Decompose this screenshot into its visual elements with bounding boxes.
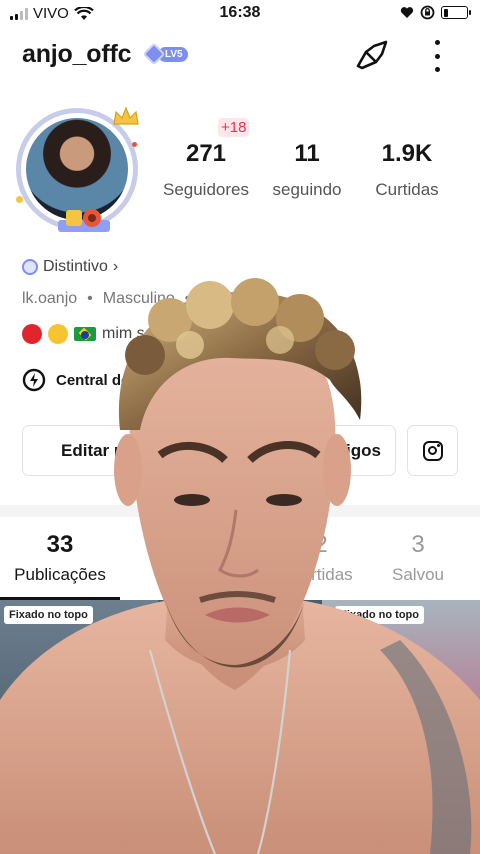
tab-count: 3 bbox=[411, 531, 425, 558]
post-thumbnail[interactable]: Fixado no topo bbox=[0, 600, 158, 854]
profile-stats: +18 271 Seguidores 11 seguindo 1.9K Curt… bbox=[150, 118, 460, 208]
meta-handle: lk.oanjo bbox=[22, 290, 78, 307]
heart-icon bbox=[400, 7, 414, 18]
tab-count: 33 bbox=[46, 531, 74, 558]
instagram-icon bbox=[422, 440, 443, 461]
stat-label: Curtidas bbox=[375, 180, 439, 199]
pinned-label: Fixado no topo bbox=[335, 606, 424, 624]
section-divider bbox=[0, 505, 480, 517]
creator-center-link[interactable]: Central do criador bbox=[22, 368, 185, 392]
tab-likes[interactable]: 2 Curtidas bbox=[256, 531, 386, 585]
bolt-icon bbox=[22, 368, 46, 392]
new-followers-badge: +18 bbox=[218, 118, 250, 137]
edit-profile-button[interactable]: Editar perfil bbox=[22, 425, 208, 476]
content-tabs: 33 Publicações 2 Curtidas 3 Salvou bbox=[0, 517, 480, 601]
stat-value: 1.9K bbox=[381, 140, 433, 167]
status-right bbox=[400, 5, 471, 20]
heart-eyes-icon bbox=[48, 324, 68, 344]
stat-label: Seguidores bbox=[162, 180, 249, 199]
posts-grid: Fixado no topo Fixado no topo bbox=[0, 600, 480, 854]
meta-separator: • bbox=[184, 290, 191, 307]
add-friends-label: Adicionar amigos bbox=[238, 440, 381, 460]
pinned-label: Fixado no topo bbox=[4, 606, 93, 624]
crown-icon bbox=[113, 106, 139, 125]
profile-bio: mim segue que eu sigo visinhos bbox=[22, 324, 330, 344]
tab-label: Curtidas bbox=[289, 565, 353, 584]
lock-rotation-icon bbox=[420, 5, 435, 20]
tab-saved[interactable]: 3 Salvou bbox=[370, 531, 466, 585]
post-thumbnail[interactable]: Fixado no topo bbox=[322, 600, 480, 854]
stat-value: 271 bbox=[185, 140, 227, 167]
battery-icon bbox=[441, 6, 471, 19]
avatar[interactable] bbox=[14, 106, 146, 238]
tab-posts[interactable]: 33 Publicações bbox=[0, 531, 120, 585]
tab-label: Salvou bbox=[392, 565, 444, 584]
badge-icon bbox=[22, 259, 38, 275]
meta-gender: Masculino bbox=[102, 290, 175, 307]
add-friends-button[interactable]: Adicionar amigos bbox=[218, 425, 396, 476]
sparkle-icon bbox=[132, 142, 137, 147]
profile-meta: lk.oanjo • Masculino • Escorpio bbox=[22, 290, 263, 308]
bio-text: mim segue que eu sigo visinhos bbox=[102, 325, 330, 342]
edit-profile-label: Editar perfil bbox=[61, 440, 156, 460]
tab-count: 2 bbox=[314, 531, 328, 558]
frame-decoration-icon bbox=[58, 209, 110, 232]
meta-sign: Escorpio bbox=[200, 290, 263, 307]
username: anjo_offc bbox=[22, 40, 132, 68]
share-icon[interactable] bbox=[352, 36, 390, 74]
brazil-flag-icon bbox=[74, 327, 96, 341]
avatar-image bbox=[26, 118, 128, 220]
stat-following[interactable]: 11 seguindo bbox=[262, 140, 352, 200]
sparkle-icon bbox=[16, 196, 23, 203]
badge-label: Distintivo bbox=[43, 258, 108, 275]
profile-header: anjo_offc LV5 bbox=[0, 30, 480, 82]
badge-link[interactable]: Distintivo › bbox=[22, 258, 118, 276]
creator-center-label: Central do criador bbox=[56, 371, 186, 389]
chevron-right-icon: › bbox=[112, 258, 119, 275]
tab-label: Publicações bbox=[14, 565, 106, 584]
instagram-button[interactable] bbox=[407, 425, 458, 476]
stat-label: seguindo bbox=[272, 180, 342, 199]
level-gem-icon bbox=[142, 42, 166, 66]
stat-value: 11 bbox=[294, 140, 320, 167]
status-bar: VIVO 16:38 bbox=[0, 0, 480, 28]
apple-icon bbox=[22, 324, 42, 344]
level-badge[interactable]: LV5 bbox=[142, 42, 188, 66]
stat-likes[interactable]: 1.9K Curtidas bbox=[364, 140, 450, 200]
stat-followers[interactable]: 271 Seguidores bbox=[158, 140, 254, 200]
meta-separator: • bbox=[87, 290, 93, 307]
more-icon[interactable] bbox=[427, 38, 447, 74]
